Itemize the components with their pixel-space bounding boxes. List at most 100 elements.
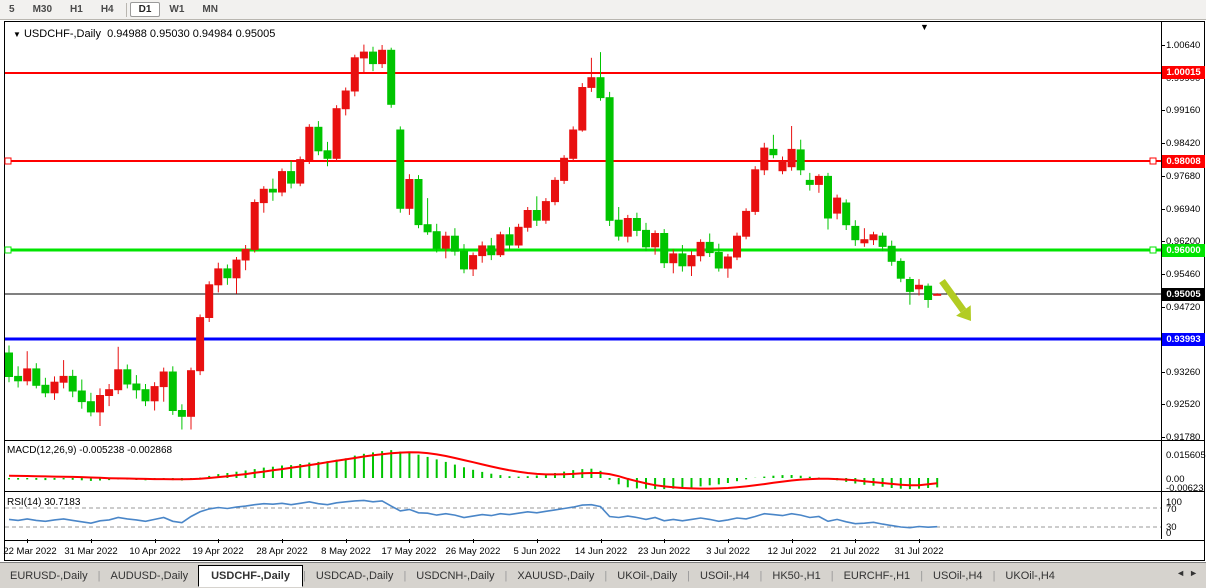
candle[interactable] xyxy=(633,219,640,231)
candle[interactable] xyxy=(360,52,367,58)
candle[interactable] xyxy=(652,234,659,247)
candle[interactable] xyxy=(342,91,349,109)
candle[interactable] xyxy=(297,160,304,184)
candle[interactable] xyxy=(42,385,49,393)
candle[interactable] xyxy=(315,127,322,151)
candle[interactable] xyxy=(197,318,204,371)
candle[interactable] xyxy=(451,236,458,251)
symbol-tab-usoil-h4-7[interactable]: USOil-,H4 xyxy=(690,566,760,586)
candle[interactable] xyxy=(470,256,477,269)
candle[interactable] xyxy=(269,189,276,192)
candle[interactable] xyxy=(843,203,850,225)
candle[interactable] xyxy=(806,180,813,184)
symbol-tab-audusd-daily-1[interactable]: AUDUSD-,Daily xyxy=(100,566,198,586)
candle[interactable] xyxy=(251,203,258,250)
candle[interactable] xyxy=(479,246,486,256)
candle[interactable] xyxy=(570,130,577,158)
symbol-tab-usdcad-daily-3[interactable]: USDCAD-,Daily xyxy=(306,566,404,586)
candle[interactable] xyxy=(561,158,568,180)
candle[interactable] xyxy=(779,161,786,170)
candle[interactable] xyxy=(897,261,904,278)
candle[interactable] xyxy=(288,172,295,184)
candle[interactable] xyxy=(51,382,58,393)
candle[interactable] xyxy=(734,236,741,257)
candle[interactable] xyxy=(115,370,122,390)
symbol-tab-hk50-h1-8[interactable]: HK50-,H1 xyxy=(762,566,830,586)
candle[interactable] xyxy=(597,78,604,98)
candle[interactable] xyxy=(433,232,440,248)
candle[interactable] xyxy=(925,286,932,299)
candle[interactable] xyxy=(169,372,176,411)
candle[interactable] xyxy=(215,269,222,285)
tab-scroll-right-icon[interactable]: ► xyxy=(1189,568,1202,578)
candle[interactable] xyxy=(6,353,13,377)
candle[interactable] xyxy=(370,52,377,64)
candle[interactable] xyxy=(825,176,832,218)
candle[interactable] xyxy=(151,387,158,401)
symbol-tab-xauusd-daily-5[interactable]: XAUUSD-,Daily xyxy=(507,566,604,586)
candle[interactable] xyxy=(461,251,468,269)
symbol-tab-eurusd-daily-0[interactable]: EURUSD-,Daily xyxy=(0,566,98,586)
symbol-tab-usdchf-daily-2[interactable]: USDCHF-,Daily xyxy=(198,565,303,587)
candle[interactable] xyxy=(124,370,131,384)
candle[interactable] xyxy=(861,240,868,243)
candle[interactable] xyxy=(69,376,76,391)
candle[interactable] xyxy=(934,294,941,295)
candle[interactable] xyxy=(670,254,677,263)
candle[interactable] xyxy=(324,151,331,159)
candle[interactable] xyxy=(106,390,113,396)
candle[interactable] xyxy=(488,246,495,255)
candle[interactable] xyxy=(87,402,94,412)
candle[interactable] xyxy=(178,411,185,417)
candle[interactable] xyxy=(788,149,795,166)
candle[interactable] xyxy=(497,235,504,255)
candle[interactable] xyxy=(15,376,22,380)
candle[interactable] xyxy=(834,198,841,213)
candle[interactable] xyxy=(724,257,731,268)
candle[interactable] xyxy=(188,371,195,417)
candle[interactable] xyxy=(679,254,686,266)
symbol-tab-ukoil-daily-6[interactable]: UKOil-,Daily xyxy=(607,566,687,586)
symbol-tab-usoil-h4-10[interactable]: USOil-,H4 xyxy=(923,566,993,586)
candle[interactable] xyxy=(697,242,704,255)
candle[interactable] xyxy=(661,234,668,263)
candle[interactable] xyxy=(752,170,759,212)
hline-handle[interactable] xyxy=(1150,247,1156,253)
candle[interactable] xyxy=(78,391,85,402)
candle[interactable] xyxy=(579,88,586,131)
candle[interactable] xyxy=(761,148,768,170)
candle[interactable] xyxy=(615,220,622,236)
symbol-tab-eurchf-h1-9[interactable]: EURCHF-,H1 xyxy=(834,566,921,586)
hline-handle[interactable] xyxy=(5,247,11,253)
candle[interactable] xyxy=(533,211,540,221)
candle[interactable] xyxy=(606,98,613,221)
candle[interactable] xyxy=(33,369,40,385)
hline-handle[interactable] xyxy=(5,158,11,164)
candle[interactable] xyxy=(797,150,804,170)
candle[interactable] xyxy=(916,285,923,289)
candle[interactable] xyxy=(279,172,286,192)
candle[interactable] xyxy=(397,130,404,208)
candle[interactable] xyxy=(142,390,149,401)
candle[interactable] xyxy=(415,180,422,225)
candle[interactable] xyxy=(515,227,522,245)
candle[interactable] xyxy=(715,253,722,269)
candle[interactable] xyxy=(24,369,31,381)
candle[interactable] xyxy=(406,180,413,209)
candle[interactable] xyxy=(224,269,231,278)
candle[interactable] xyxy=(379,50,386,63)
candle[interactable] xyxy=(743,211,750,236)
candle[interactable] xyxy=(260,189,267,202)
candle[interactable] xyxy=(524,211,531,228)
candle[interactable] xyxy=(588,78,595,88)
candle[interactable] xyxy=(624,219,631,237)
hline-handle[interactable] xyxy=(1150,158,1156,164)
candle[interactable] xyxy=(906,280,913,292)
candle[interactable] xyxy=(206,285,213,318)
tab-scroll-left-icon[interactable]: ◄ xyxy=(1176,568,1189,578)
candle[interactable] xyxy=(870,235,877,240)
candle[interactable] xyxy=(688,256,695,266)
candle[interactable] xyxy=(97,396,104,412)
candle[interactable] xyxy=(351,58,358,91)
candle[interactable] xyxy=(888,246,895,261)
